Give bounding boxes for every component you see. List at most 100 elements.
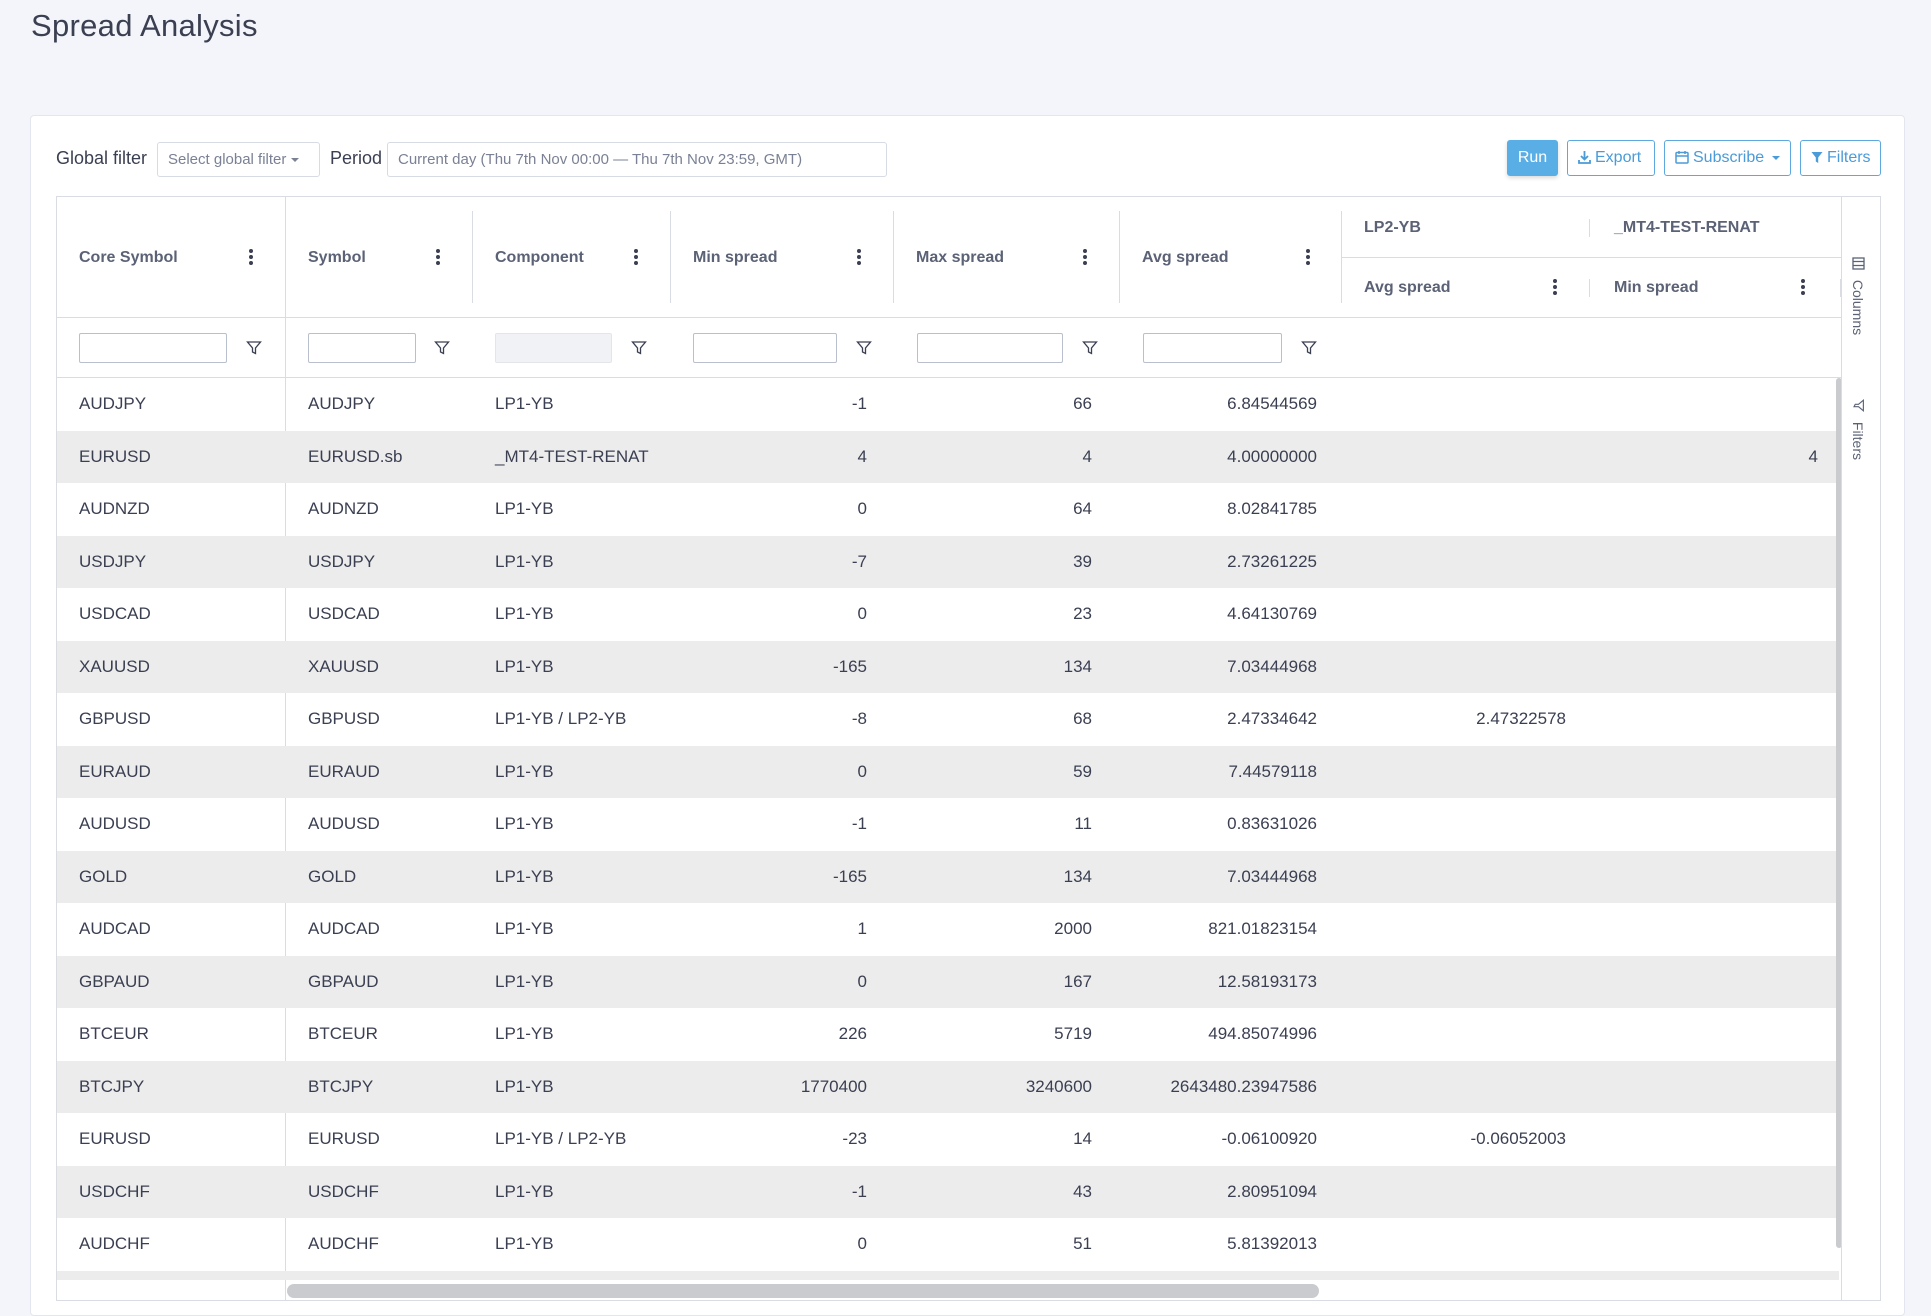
run-button[interactable]: Run (1507, 140, 1558, 176)
table-row[interactable]: BTCJPY BTCJPY LP1-YB 1770400 3240600 2643480.… (57, 1061, 1839, 1113)
cell-core-symbol: AUDNZD (79, 499, 150, 518)
table-row[interactable]: AUDCAD AUDCAD LP1-YB 1 2000 821.01823154 (57, 903, 1839, 955)
cell-component: _MT4-TEST-RENAT (495, 447, 649, 466)
export-label: Export (1595, 149, 1642, 166)
column-menu-icon[interactable] (857, 247, 863, 267)
header-label: Min spread (1614, 279, 1699, 296)
column-menu-icon[interactable] (249, 247, 255, 267)
cell-avg-spread: 7.03444968 (1227, 657, 1317, 676)
cell-min-spread: -165 (832, 657, 867, 676)
cell-component: LP1-YB (495, 499, 554, 518)
filter-icon[interactable] (246, 340, 262, 361)
table-row[interactable]: GOLD GOLD LP1-YB -165 134 7.03444968 (57, 851, 1839, 903)
column-menu-icon[interactable] (1306, 247, 1312, 267)
cell-core-symbol: GBPUSD (79, 709, 151, 728)
table-row[interactable]: EURAUD EURAUD LP1-YB 0 59 7.44579118 (57, 746, 1839, 798)
table-row[interactable]: USDJPY USDJPY LP1-YB -7 39 2.73261225 (57, 536, 1839, 588)
columns-icon (1851, 257, 1865, 270)
cell-symbol: XAUUSD (308, 657, 379, 676)
filters-label: Filters (1827, 149, 1871, 166)
core-symbol-filter-input[interactable] (79, 333, 227, 363)
cell-avg-spread: 5.81392013 (1227, 1234, 1317, 1253)
cell-component: LP1-YB / LP2-YB (495, 709, 627, 728)
cell-core-symbol: USDJPY (79, 552, 147, 571)
min-spread-filter-input[interactable] (693, 333, 837, 363)
table-row[interactable]: BTCEUR BTCEUR LP1-YB 226 5719 494.85074996 (57, 1008, 1839, 1060)
download-icon (1578, 143, 1591, 177)
cell-symbol: AUDJPY (308, 394, 376, 413)
cell-max-spread: 4 (1082, 447, 1092, 466)
column-menu-icon[interactable] (1083, 247, 1089, 267)
header-label: Symbol (308, 249, 366, 266)
cell-component: LP1-YB (495, 867, 554, 886)
column-menu-icon[interactable] (1553, 277, 1559, 297)
cell-component: LP1-YB (495, 1182, 554, 1201)
page-title: Spread Analysis (31, 8, 258, 43)
columns-side-tab[interactable]: Columns (1850, 257, 1866, 335)
cell-min-spread: -1 (851, 814, 867, 833)
horizontal-scrollbar[interactable] (287, 1284, 1319, 1298)
cell-avg-spread: 8.02841785 (1227, 499, 1317, 518)
export-button[interactable]: Export (1567, 140, 1655, 176)
table-row[interactable]: EURUSD EURUSD LP1-YB / LP2-YB -23 14 -0.06100… (57, 1113, 1839, 1165)
table-row[interactable]: AUDNZD AUDNZD LP1-YB 0 64 8.02841785 (57, 483, 1839, 535)
table-row[interactable]: XAUUSD XAUUSD LP1-YB -165 134 7.03444968 (57, 641, 1839, 693)
cell-symbol: BTCJPY (308, 1077, 374, 1096)
avg-spread-filter-input[interactable] (1143, 333, 1282, 363)
filter-icon[interactable] (856, 340, 872, 361)
symbol-filter-input[interactable] (308, 333, 416, 363)
cell-avg-spread: 0.83631026 (1227, 814, 1317, 833)
cell-symbol: EURUSD.sb (308, 447, 403, 466)
filters-side-tab[interactable]: Filters (1850, 399, 1866, 460)
cell-core-symbol: EURUSD (79, 447, 151, 466)
table-row[interactable]: GBPAUD GBPAUD LP1-YB 0 167 12.58193173 (57, 956, 1839, 1008)
filters-tab-label: Filters (1850, 421, 1866, 461)
cell-symbol: GOLD (308, 867, 357, 886)
cell-core-symbol: XAUUSD (79, 657, 150, 676)
filter-icon (1852, 399, 1864, 412)
table-row[interactable]: AUDJPY AUDJPY LP1-YB -1 66 6.84544569 (57, 378, 1839, 430)
cell-avg-spread: 7.03444968 (1227, 867, 1317, 886)
filter-icon[interactable] (434, 340, 450, 361)
max-spread-filter-input[interactable] (917, 333, 1063, 363)
cell-core-symbol: AUDCAD (79, 919, 151, 938)
cell-max-spread: 134 (1063, 867, 1092, 886)
table-row[interactable]: USDCHF USDCHF LP1-YB -1 43 2.80951094 (57, 1166, 1839, 1218)
cell-core-symbol: USDCAD (79, 604, 151, 623)
cell-symbol: AUDNZD (308, 499, 379, 518)
cell-symbol: USDCHF (308, 1182, 379, 1201)
cell-min-spread: 0 (857, 499, 867, 518)
table-row[interactable]: AUDCHF AUDCHF LP1-YB 0 51 5.81392013 (57, 1218, 1839, 1270)
columns-tab-label: Columns (1850, 279, 1866, 336)
subscribe-label: Subscribe (1693, 149, 1765, 166)
filter-icon[interactable] (1082, 340, 1098, 361)
header-label: Avg spread (1142, 249, 1229, 266)
cell-min-spread: 1770400 (800, 1077, 867, 1096)
table-row[interactable]: EURUSD EURUSD.sb _MT4-TEST-RENAT 4 4 4.000000… (57, 431, 1839, 483)
table-row[interactable]: GBPUSD GBPUSD LP1-YB / LP2-YB -8 68 2.4733464… (57, 693, 1839, 745)
cell-avg-spread: 4.64130769 (1227, 604, 1317, 623)
global-filter-select[interactable]: Select global filter (157, 142, 320, 177)
table-row[interactable]: AUDUSD AUDUSD LP1-YB -1 11 0.83631026 (57, 798, 1839, 850)
filter-icon[interactable] (1301, 340, 1317, 361)
filter-icon[interactable] (631, 340, 647, 361)
cell-core-symbol: GOLD (79, 867, 128, 886)
cell-avg-spread: -0.06100920 (1221, 1129, 1317, 1148)
period-field[interactable]: Current day (Thu 7th Nov 00:00 — Thu 7th… (387, 142, 887, 177)
table-row[interactable]: USDCAD USDCAD LP1-YB 0 23 4.64130769 (57, 588, 1839, 640)
column-menu-icon[interactable] (1801, 277, 1807, 297)
cell-max-spread: 51 (1073, 1234, 1092, 1253)
column-menu-icon[interactable] (634, 247, 640, 267)
cell-symbol: AUDUSD (308, 814, 380, 833)
column-menu-icon[interactable] (436, 247, 442, 267)
cell-min-spread: 0 (857, 604, 867, 623)
global-filter-label: Global filter (56, 148, 148, 168)
cell-min-spread: -7 (851, 552, 867, 571)
subscribe-button[interactable]: Subscribe (1664, 140, 1791, 176)
group-label: _MT4-TEST-RENAT (1614, 219, 1760, 236)
global-filter-placeholder: Select global filter (168, 151, 287, 168)
cell-component: LP1-YB (495, 762, 554, 781)
cell-symbol: GBPAUD (308, 972, 379, 991)
filters-button[interactable]: Filters (1800, 140, 1881, 176)
cell-min-spread: 0 (857, 762, 867, 781)
